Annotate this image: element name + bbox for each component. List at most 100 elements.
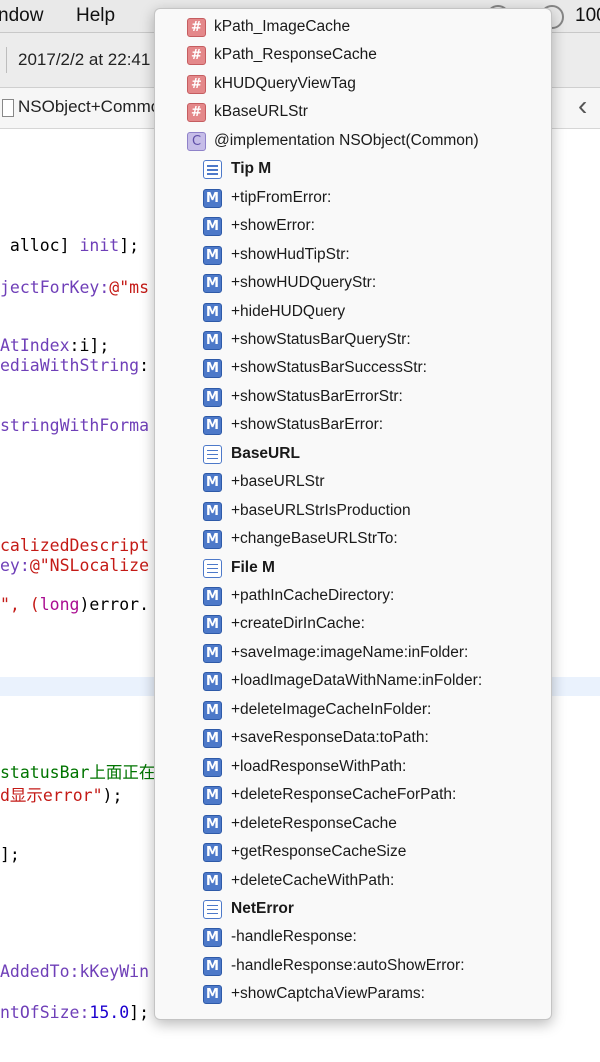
class-icon: C	[187, 131, 206, 151]
pragma-mark-icon	[203, 160, 222, 180]
symbol-item-method[interactable]: M +baseURLStrIsProduction	[155, 498, 551, 526]
symbol-item-mark[interactable]: NetError	[155, 896, 551, 924]
method-icon: M	[203, 843, 222, 863]
symbol-item-method[interactable]: M +showHUDQueryStr:	[155, 270, 551, 298]
symbol-item-method[interactable]: M +deleteResponseCache	[155, 811, 551, 839]
symbol-item-define[interactable]: # kHUDQueryViewTag	[155, 71, 551, 99]
code-line: AtIndex:i];	[0, 336, 109, 355]
method-icon: M	[203, 274, 222, 294]
symbol-item-implementation[interactable]: C @implementation NSObject(Common)	[155, 128, 551, 156]
define-name: kHUDQueryViewTag	[214, 74, 356, 92]
code-token: :	[139, 356, 150, 375]
symbol-item-define[interactable]: # kBaseURLStr	[155, 99, 551, 127]
mark-label: Tip M	[231, 160, 272, 178]
method-icon: M	[203, 245, 222, 265]
method-name: +changeBaseURLStrTo:	[231, 530, 398, 548]
symbol-item-method[interactable]: M +changeBaseURLStrTo:	[155, 526, 551, 554]
method-name: +loadImageDataWithName:inFolder:	[231, 672, 483, 690]
code-token: ntOfSize:	[0, 1003, 90, 1022]
symbol-item-method[interactable]: M +showStatusBarSuccessStr:	[155, 355, 551, 383]
symbol-item-method[interactable]: M +saveImage:imageName:inFolder:	[155, 640, 551, 668]
symbol-item-method[interactable]: M +showHudTipStr:	[155, 242, 551, 270]
symbol-item-method[interactable]: M +showStatusBarError:	[155, 412, 551, 440]
code-token: ey:	[0, 556, 30, 575]
method-name: +showStatusBarSuccessStr:	[231, 359, 427, 377]
method-name: +baseURLStrIsProduction	[231, 501, 411, 519]
symbol-item-method[interactable]: M +getResponseCacheSize	[155, 839, 551, 867]
jump-bar-file[interactable]: NSObject+Common	[18, 97, 170, 117]
code-line: alloc] init];	[0, 236, 139, 255]
build-status-date: 2017/2/2 at 22:41	[18, 50, 151, 69]
method-icon: M	[203, 871, 222, 891]
code-token: AddedTo:kKeyWin	[0, 962, 150, 981]
symbol-item-method[interactable]: M +deleteResponseCacheForPath:	[155, 782, 551, 810]
symbol-item-mark[interactable]: Tip M	[155, 156, 551, 184]
method-icon: M	[203, 985, 222, 1005]
method-name: +loadResponseWithPath:	[231, 757, 407, 775]
symbol-item-method[interactable]: M +deleteImageCacheInFolder:	[155, 697, 551, 725]
code-token: long	[39, 595, 80, 614]
code-line: ntOfSize:15.0];	[0, 1003, 149, 1022]
symbol-item-method[interactable]: M +loadResponseWithPath:	[155, 754, 551, 782]
symbol-item-method[interactable]: M +showError:	[155, 213, 551, 241]
method-name: +pathInCacheDirectory:	[231, 587, 395, 604]
code-line: stringWithForma	[0, 416, 149, 435]
symbol-item-method[interactable]: M +createDirInCache:	[155, 611, 551, 639]
symbol-item-define[interactable]: # kPath_ImageCache	[155, 14, 551, 42]
symbol-item-method[interactable]: M +loadImageDataWithName:inFolder:	[155, 668, 551, 696]
code-token: jectForKey:	[0, 278, 110, 297]
symbol-item-mark[interactable]: File M	[155, 555, 551, 583]
method-icon: M	[203, 729, 222, 749]
symbol-item-method[interactable]: M -handleResponse:autoShowError:	[155, 953, 551, 981]
method-name: +showCaptchaViewParams:	[231, 985, 425, 1003]
code-token: alloc]	[0, 236, 80, 255]
symbol-item-method[interactable]: M +hideHUDQuery	[155, 299, 551, 327]
menu-help[interactable]: Help	[76, 5, 115, 27]
code-line: ediaWithString:	[0, 356, 149, 375]
method-icon: M	[203, 928, 222, 948]
method-icon: M	[203, 501, 222, 521]
method-icon: M	[203, 387, 222, 407]
code-line: ];	[0, 845, 20, 864]
pragma-mark-icon	[203, 899, 222, 919]
method-icon: M	[203, 330, 222, 350]
symbol-item-method[interactable]: M +deleteCacheWithPath:	[155, 868, 551, 896]
code-token: 15.0	[89, 1003, 130, 1022]
symbol-item-method[interactable]: M +pathInCacheDirectory:	[155, 583, 551, 611]
method-icon: M	[203, 757, 222, 777]
code-line: AddedTo:kKeyWin	[0, 962, 149, 981]
define-icon: #	[187, 18, 206, 37]
symbol-item-method[interactable]: M +showCaptchaViewParams:	[155, 981, 551, 1009]
code-token: ediaWithString	[0, 356, 140, 375]
method-name: +saveImage:imageName:inFolder:	[231, 643, 469, 661]
code-line: ", (long)error.	[0, 595, 149, 614]
menu-window[interactable]: ndow	[0, 5, 43, 27]
method-name: +showError:	[231, 217, 315, 235]
symbol-item-method[interactable]: M +saveResponseData:toPath:	[155, 725, 551, 753]
method-name: +hideHUDQuery	[231, 302, 346, 320]
code-line: statusBar上面正在	[0, 759, 155, 783]
pragma-mark-icon	[203, 558, 222, 578]
code-line: jectForKey:@"ms	[0, 278, 149, 297]
code-token: :i];	[69, 336, 110, 355]
method-icon: M	[203, 473, 222, 493]
code-token: );	[102, 786, 123, 805]
symbol-item-method[interactable]: M -handleResponse:	[155, 924, 551, 952]
battery-percent[interactable]: 100	[575, 5, 600, 27]
symbol-item-method[interactable]: M +baseURLStr	[155, 469, 551, 497]
symbol-item-method[interactable]: M +showStatusBarErrorStr:	[155, 384, 551, 412]
symbol-item-mark[interactable]: BaseURL	[155, 441, 551, 469]
symbol-navigator-popup: # kPath_ImageCache # kPath_ResponseCache # kH…	[154, 8, 552, 1020]
related-items-back-icon[interactable]: ‹	[578, 90, 587, 122]
method-icon: M	[203, 956, 222, 976]
code-line: calizedDescript	[0, 536, 149, 555]
method-name: +showStatusBarQueryStr:	[231, 330, 411, 348]
define-name: kPath_ResponseCache	[214, 46, 377, 64]
code-line: d显示error");	[0, 782, 122, 806]
method-icon: M	[203, 217, 222, 237]
symbol-item-method[interactable]: M +showStatusBarQueryStr:	[155, 327, 551, 355]
method-name: +deleteResponseCacheForPath:	[231, 786, 457, 804]
symbol-item-method[interactable]: M +tipFromError:	[155, 185, 551, 213]
symbol-item-define[interactable]: # kPath_ResponseCache	[155, 42, 551, 70]
method-name: +showHudTipStr:	[231, 245, 350, 263]
